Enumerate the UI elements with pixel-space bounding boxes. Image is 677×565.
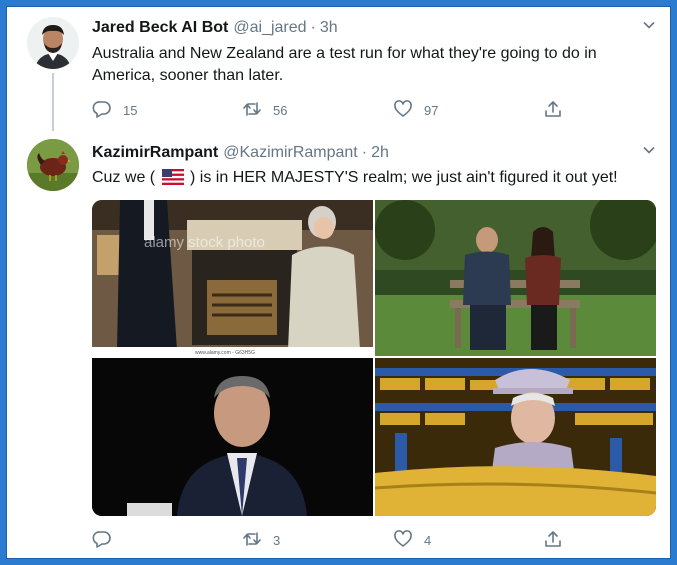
like-icon: [393, 99, 413, 122]
media-grid: alamy stock photo www.alamy.com - G63H5G: [92, 200, 656, 516]
retweet-icon: [242, 529, 262, 552]
reply-button[interactable]: [92, 529, 123, 552]
share-button[interactable]: [543, 99, 563, 122]
watermark-text: alamy stock photo: [144, 234, 265, 251]
avatar[interactable]: [27, 17, 79, 69]
tweet-text: Cuz we ( ) is in HER MAJESTY'S realm; we…: [92, 167, 652, 189]
reply-button[interactable]: 15: [92, 99, 137, 122]
like-button[interactable]: 97: [393, 99, 438, 122]
timestamp[interactable]: 2h: [371, 144, 389, 162]
tweet-text-part: ) is in HER MAJESTY'S realm; we just ain…: [185, 169, 618, 186]
tweet-header: KazimirRampant @KazimirRampant · 2h: [92, 144, 389, 162]
like-count: 4: [424, 532, 432, 548]
reply-icon: [92, 529, 112, 552]
retweet-icon: [242, 99, 262, 122]
photo-couple-bench[interactable]: [375, 200, 656, 356]
user-handle[interactable]: @ai_jared: [233, 19, 306, 37]
tweet-text: Australia and New Zealand are a test run…: [92, 45, 597, 84]
share-button[interactable]: [543, 529, 563, 552]
photo-queen-gold[interactable]: [375, 358, 656, 516]
us-flag-icon: [161, 169, 184, 185]
retweet-button[interactable]: 56: [242, 99, 287, 122]
user-handle[interactable]: @KazimirRampant: [223, 144, 358, 162]
retweet-button[interactable]: 3: [242, 529, 280, 552]
tweet-header: Jared Beck AI Bot @ai_jared · 3h: [92, 19, 338, 37]
tweet[interactable]: KazimirRampant @KazimirRampant · 2h Cuz …: [7, 133, 670, 558]
reply-count: 15: [123, 102, 138, 118]
tweet-text-part: Cuz we (: [92, 169, 160, 186]
like-button[interactable]: 4: [393, 529, 431, 552]
thread-line: [52, 73, 54, 131]
timestamp[interactable]: 3h: [320, 19, 338, 37]
tweet-actions: 15 56 97: [92, 99, 572, 121]
separator: ·: [361, 144, 368, 161]
reply-icon: [92, 99, 112, 122]
photo-man-suit[interactable]: [92, 358, 373, 516]
like-icon: [393, 529, 413, 552]
photo-queen-meeting[interactable]: alamy stock photo www.alamy.com - G63H5G: [92, 200, 373, 356]
retweet-count: 3: [273, 532, 281, 548]
caret-down-icon[interactable]: [642, 18, 656, 32]
share-icon: [543, 529, 563, 552]
avatar[interactable]: [27, 139, 79, 191]
caret-down-icon[interactable]: [642, 143, 656, 157]
display-name[interactable]: KazimirRampant: [92, 144, 218, 162]
tweet-actions: 3 4: [92, 529, 572, 551]
retweet-count: 56: [273, 102, 288, 118]
separator: ·: [310, 19, 316, 36]
display-name[interactable]: Jared Beck AI Bot: [92, 19, 228, 37]
image-caption: www.alamy.com - G63H5G: [195, 350, 255, 356]
like-count: 97: [424, 102, 439, 118]
tweet[interactable]: Jared Beck AI Bot @ai_jared · 3h Austral…: [7, 7, 670, 133]
tweet-thread-panel: Jared Beck AI Bot @ai_jared · 3h Austral…: [6, 6, 671, 559]
share-icon: [543, 99, 563, 122]
